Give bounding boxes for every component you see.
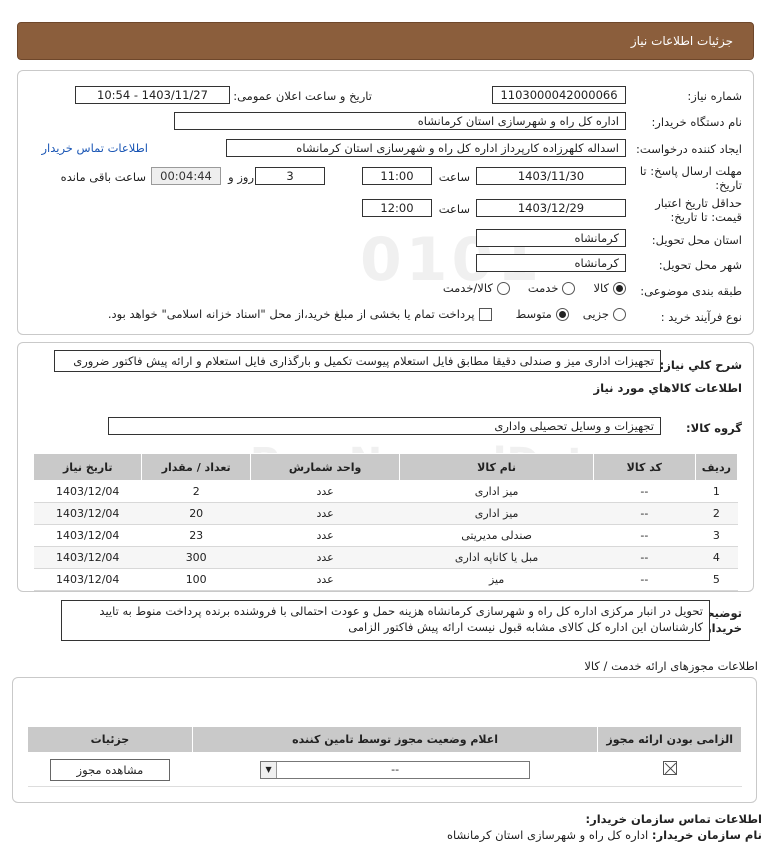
validity-label-line1: حداقل تاریخ اعتبار [655,196,742,210]
chevron-down-icon[interactable]: ▼ [261,761,278,778]
deadline-time-field: 11:00 [362,167,432,185]
page-header: جزئیات اطلاعات نیاز [17,22,754,60]
col-header-code: کد کالا [592,453,696,481]
contact-org-value: اداره کل راه و شهرسازی استان کرمانشاه [446,828,649,842]
table-row: 1 -- میز اداری عدد 2 1403/12/04 [33,480,738,503]
licenses-table-wrapper: الزامی بودن ارائه مجوز اعلام وضعیت مجوز … [27,726,742,787]
radio-selected-icon[interactable] [613,281,626,295]
deadline-date-field: 1403/11/30 [476,167,626,185]
need-number-field: 1103000042000066 [492,86,626,104]
goods-table-header: ردیف کد کالا نام کالا واحد شمارش تعداد /… [32,453,739,481]
licenses-table-header: الزامی بودن ارائه مجوز اعلام وضعیت مجوز … [27,726,742,753]
radio-icon[interactable] [613,307,626,321]
process-option-minor[interactable]: جزیی [583,307,626,321]
radio-selected-icon[interactable] [555,307,569,321]
process-label: نوع فرآیند خرید : [660,310,742,324]
col-header-unit: واحد شمارش [249,453,401,481]
category-option-goods[interactable]: کالا [593,281,626,295]
contact-org-label: نام سازمان خریدار: [651,828,762,842]
goods-group-field: تجهیزات و وسایل تحصیلی واداری [108,417,661,435]
deadline-days-label: روز و [228,170,254,184]
goods-section-title: اطلاعات كالاهاي مورد نياز [593,381,742,395]
table-row: 2 -- میز اداری عدد 20 1403/12/04 [33,502,738,525]
table-row: -- ▼ مشاهده مجوز [27,752,742,787]
lic-col-status: اعلام وضعیت مجوز توسط تامین کننده [191,726,599,753]
buyer-org-field: اداره کل راه و شهرسازی استان کرمانشاه [174,112,626,130]
process-options: جزیی متوسط پرداخت تمام یا بخشی از مبلغ خ… [108,307,626,321]
buyer-contact-link[interactable]: اطلاعات تماس خریدار [41,141,148,155]
delivery-province-label: استان محل تحویل: [651,233,742,247]
radio-icon[interactable] [496,281,510,295]
deadline-days-field: 3 [255,167,325,185]
buyer-org-label: نام دستگاه خریدار: [651,115,742,129]
category-label: طبقه بندی موضوعی: [640,284,742,298]
category-options: کالا خدمت کالا/خدمت [443,281,626,295]
remaining-time-field: 00:04:44 [151,167,221,185]
table-row: 5 -- میز عدد 100 1403/12/04 [33,568,738,591]
delivery-province-field: کرمانشاه [476,229,626,247]
deadline-label-line1: مهلت ارسال پاسخ: تا [639,164,742,178]
validity-label-line2: قیمت: تا تاریخ: [670,210,742,224]
process-option-medium[interactable]: متوسط [516,307,569,321]
announce-label: تاریخ و ساعت اعلان عمومی: [233,89,372,103]
goods-group-label: گروه کالا: [686,421,742,435]
validity-date-field: 1403/12/29 [476,199,626,217]
col-header-qty: تعداد / مقدار [141,453,251,481]
remaining-time-label: ساعت باقی مانده [60,170,146,184]
radio-icon[interactable] [562,281,576,295]
page-title: جزئیات اطلاعات نیاز [630,34,733,48]
col-header-date: تاریخ نیاز [32,453,143,481]
creator-field: اسداله کلهرزاده کارپرداز اداره کل راه و … [226,139,626,157]
checkbox-icon[interactable] [478,307,492,321]
licenses-section-title: اطلاعات مجوزهای ارائه خدمت / کالا [584,659,758,673]
creator-label: ایجاد کننده درخواست: [636,142,742,156]
required-checkbox-icon [662,761,677,775]
contact-section-title: اطلاعات تماس سازمان خریدار: [585,812,762,826]
validity-time-field: 12:00 [362,199,432,217]
deadline-time-label: ساعت [438,170,470,184]
buyer-notes-field: تحویل در انبار مرکزی اداره کل راه و شهرس… [61,600,710,641]
description-field: تجهیزات اداری میز و صندلی دقیقا مطابق فا… [54,350,661,372]
delivery-city-field: کرمانشاه [476,254,626,272]
delivery-city-label: شهر محل تحویل: [658,258,742,272]
col-header-name: نام کالا [399,453,594,481]
contact-org-row: نام سازمان خریدار: اداره کل راه و شهرساز… [447,828,762,842]
category-option-goods-service[interactable]: کالا/خدمت [443,281,510,295]
table-row: 3 -- صندلی مدیریتی عدد 23 1403/12/04 [33,524,738,547]
goods-table-wrapper: ردیف کد کالا نام کالا واحد شمارش تعداد /… [32,453,739,591]
need-number-label: شماره نیاز: [687,89,742,103]
table-row: 4 -- مبل یا کاناپه اداری عدد 300 1403/12… [33,546,738,569]
lic-col-required: الزامی بودن ارائه مجوز [597,726,742,753]
description-label: شرح كلي نياز: [659,358,742,372]
col-header-row: ردیف [694,453,739,481]
category-option-service[interactable]: خدمت [528,281,576,295]
deadline-label-line2: تاریخ: [715,178,742,192]
lic-col-details: جزئیات [27,726,193,753]
treasury-checkbox-option[interactable]: پرداخت تمام یا بخشی از مبلغ خرید،از محل … [108,307,492,321]
goods-table: ردیف کد کالا نام کالا واحد شمارش تعداد /… [32,453,739,591]
licenses-table: الزامی بودن ارائه مجوز اعلام وضعیت مجوز … [27,726,742,787]
announce-field: 1403/11/27 - 10:54 [75,86,230,104]
validity-time-label: ساعت [438,202,470,216]
view-license-button[interactable]: مشاهده مجوز [49,758,170,781]
license-status-select[interactable]: -- ▼ [260,760,531,779]
